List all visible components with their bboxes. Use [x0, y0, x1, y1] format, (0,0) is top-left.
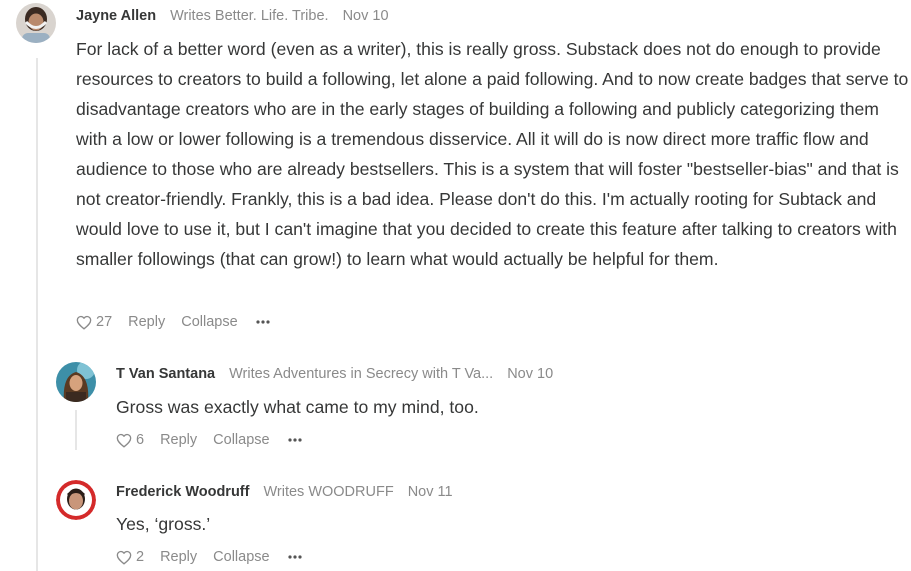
comment-date[interactable]: Nov 10	[343, 8, 389, 24]
comment-meta: T Van Santana Writes Adventures in Secre…	[116, 366, 553, 382]
like-button[interactable]: 27	[76, 314, 112, 330]
ellipsis-icon-glyph	[256, 320, 270, 324]
like-count: 6	[136, 432, 145, 448]
ellipsis-icon-glyph	[287, 555, 302, 559]
comment-actions: 2 Reply Collapse	[116, 549, 302, 565]
avatar-image	[16, 3, 56, 43]
comment-date[interactable]: Nov 11	[408, 484, 453, 500]
comment-meta: Jayne Allen Writes Better. Life. Tribe. …	[76, 8, 389, 24]
comment-body: For lack of a better word (even as a wri…	[76, 39, 909, 269]
comment-body: Yes, ‘gross.’	[116, 514, 211, 534]
reply-button[interactable]: Reply	[128, 314, 165, 330]
author-publication[interactable]: Writes Better. Life. Tribe.	[170, 8, 329, 24]
avatar-image	[56, 362, 96, 402]
thread-line[interactable]	[36, 58, 38, 571]
avatar[interactable]	[56, 480, 96, 520]
comment-date[interactable]: Nov 10	[507, 366, 553, 382]
like-button[interactable]: 2	[116, 549, 144, 565]
heart-icon	[116, 433, 132, 448]
avatar[interactable]	[56, 362, 96, 402]
collapse-button[interactable]: Collapse	[181, 314, 237, 330]
like-button[interactable]: 6	[116, 432, 144, 448]
author-publication[interactable]: Writes WOODRUFF	[263, 484, 393, 500]
author-publication[interactable]: Writes Adventures in Secrecy with T Va..…	[229, 366, 493, 382]
heart-icon	[116, 550, 132, 564]
ellipsis-icon[interactable]	[287, 438, 302, 442]
ellipsis-icon[interactable]	[256, 320, 270, 324]
like-count: 2	[136, 549, 145, 565]
author-name[interactable]: T Van Santana	[116, 366, 215, 382]
avatar[interactable]	[16, 3, 56, 43]
reply-button[interactable]: Reply	[160, 549, 197, 565]
ellipsis-icon-glyph	[287, 438, 302, 442]
author-name[interactable]: Frederick Woodruff	[116, 484, 249, 500]
author-name[interactable]: Jayne Allen	[76, 8, 156, 24]
comment-thread: Jayne Allen Writes Better. Life. Tribe. …	[0, 0, 911, 571]
collapse-button[interactable]: Collapse	[213, 432, 269, 448]
like-count: 27	[96, 314, 113, 330]
ellipsis-icon[interactable]	[287, 555, 302, 559]
collapse-button[interactable]: Collapse	[213, 549, 269, 565]
heart-icon	[76, 315, 92, 330]
avatar-image	[56, 480, 96, 520]
comment-body: Gross was exactly what came to my mind, …	[116, 397, 479, 417]
reply-button[interactable]: Reply	[160, 432, 197, 448]
comment-actions: 6 Reply Collapse	[116, 432, 302, 448]
comment-actions: 27 Reply Collapse	[76, 314, 270, 330]
comment-meta: Frederick Woodruff Writes WOODRUFF Nov 1…	[116, 484, 453, 500]
reply-thread-line[interactable]	[75, 410, 77, 450]
